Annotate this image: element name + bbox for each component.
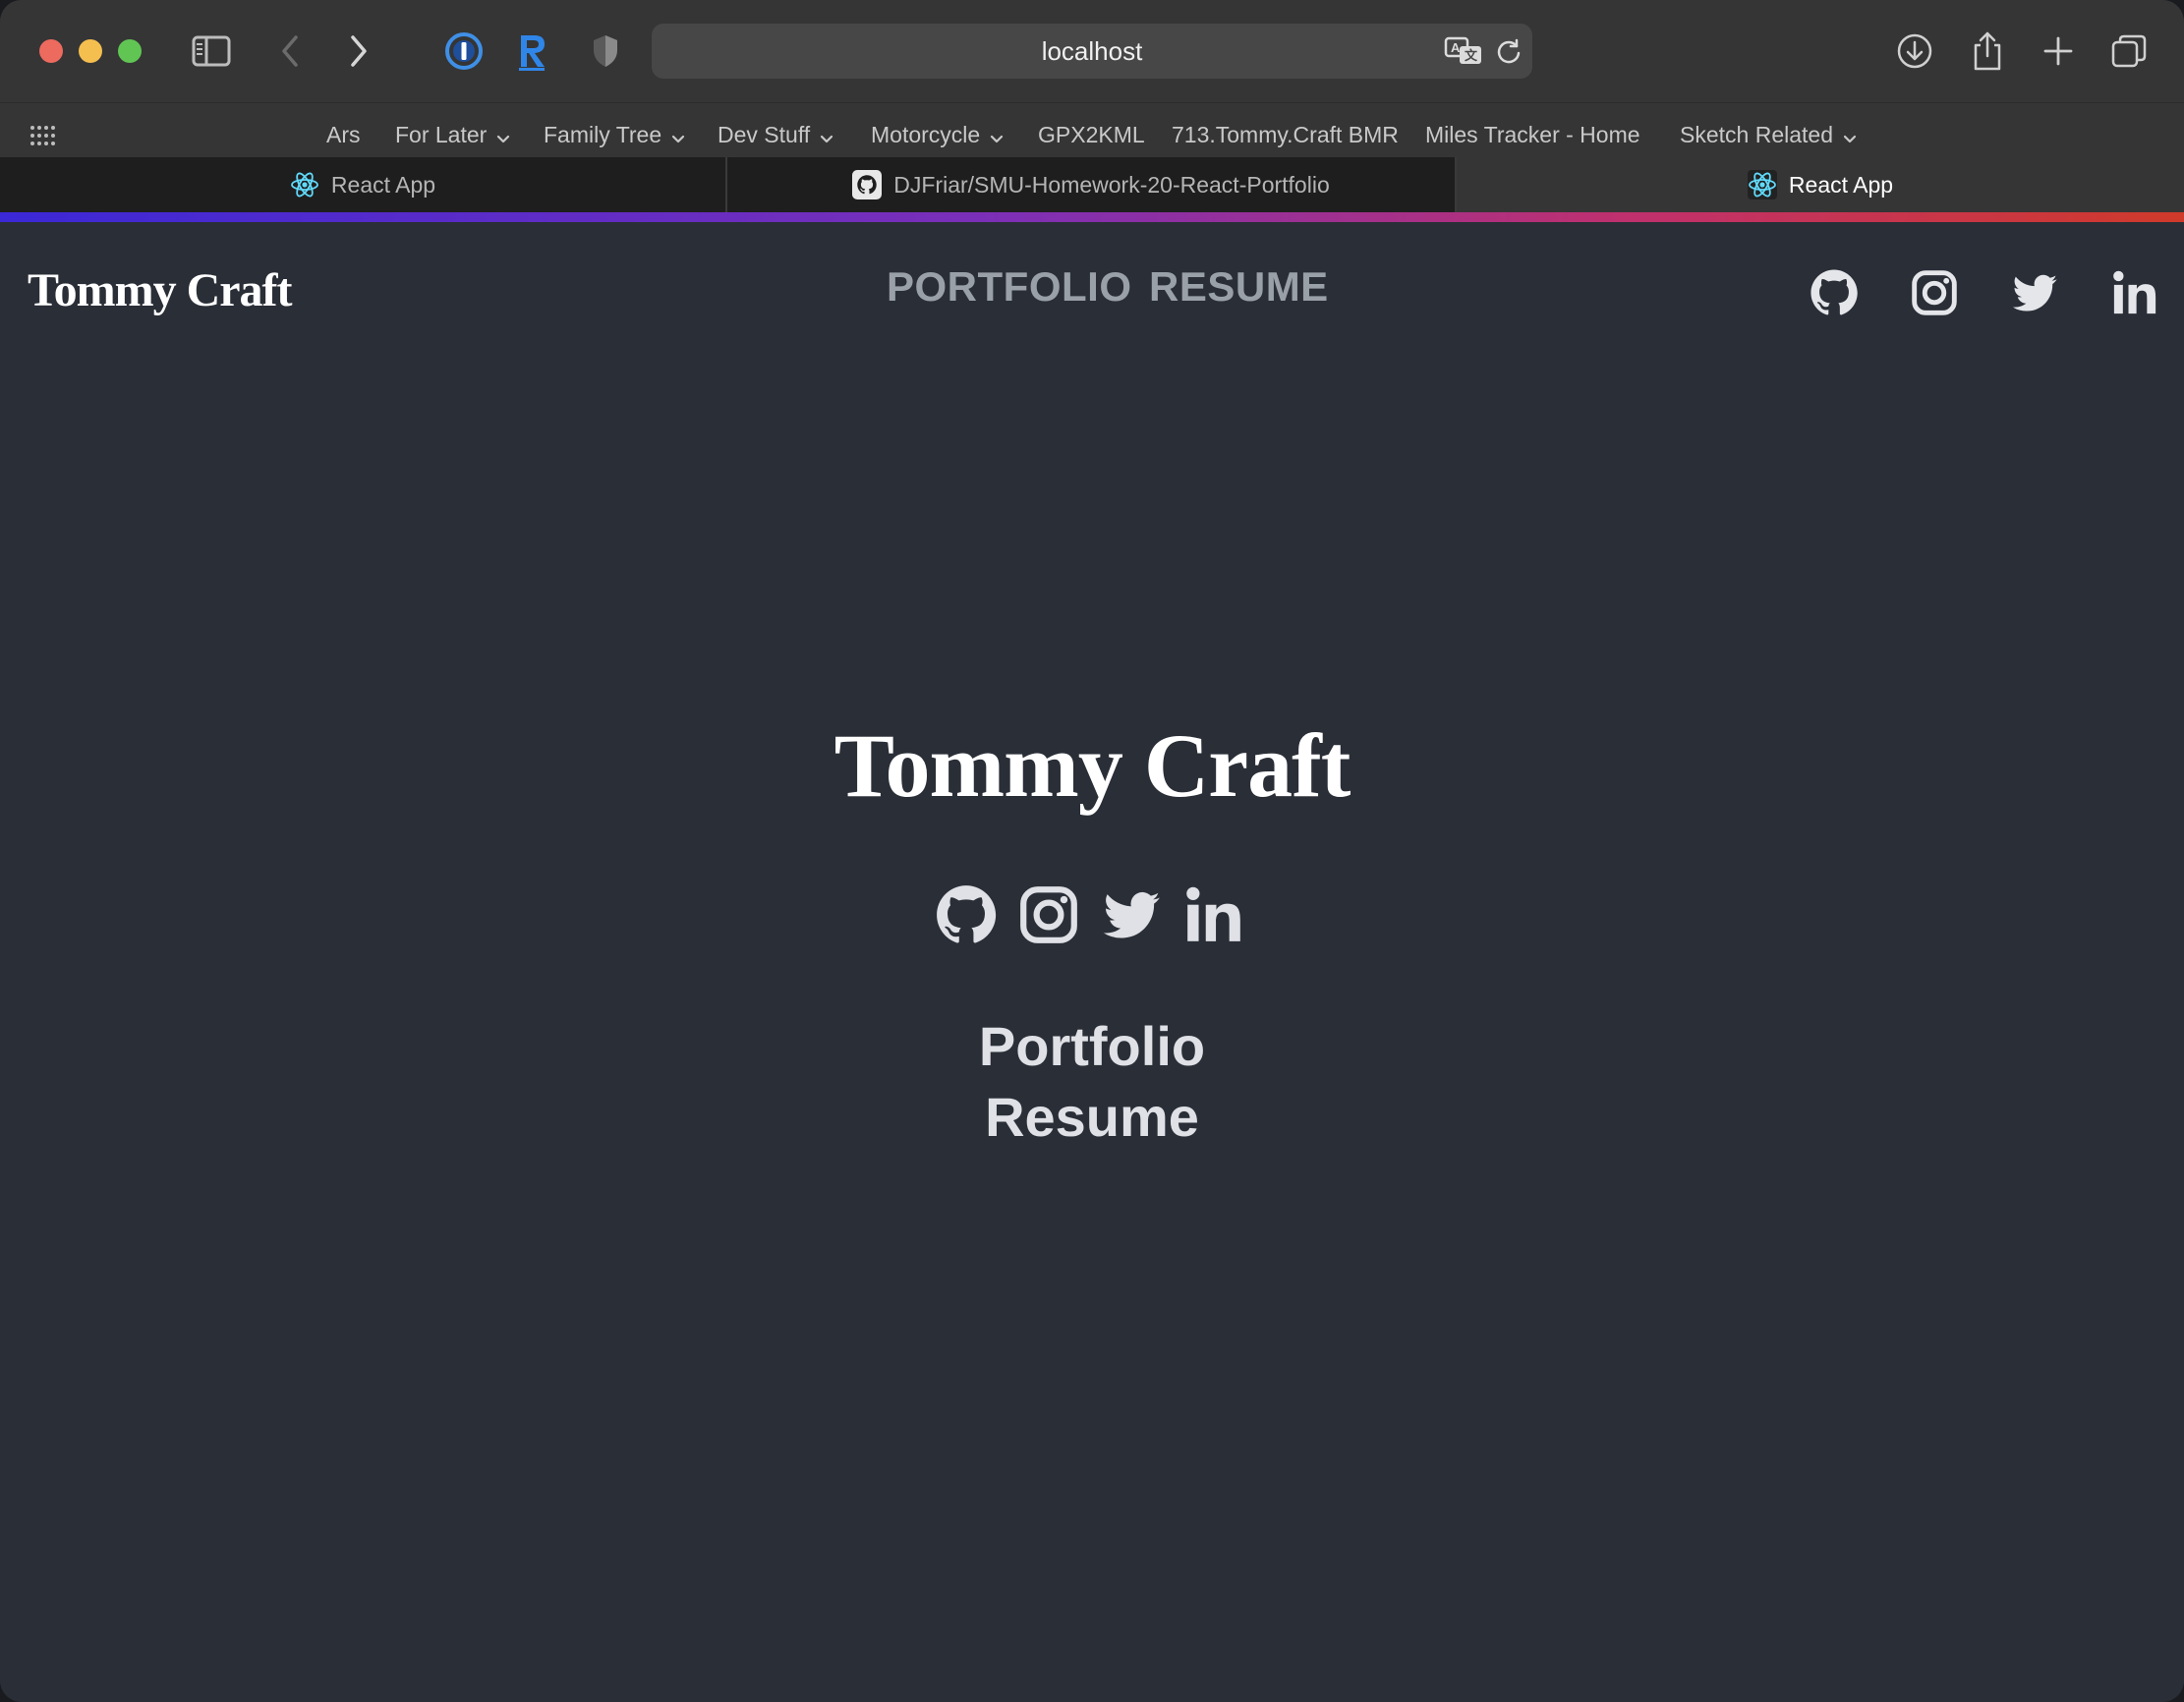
svg-text:A: A	[1451, 40, 1461, 55]
twitter-icon[interactable]	[2009, 267, 2060, 318]
bookmark-label: 713.Tommy.Craft BMR	[1172, 122, 1399, 147]
tab-overview-icon[interactable]	[2109, 28, 2149, 75]
tab-label: React App	[330, 171, 436, 198]
accent-gradient-bar	[0, 212, 2184, 222]
downloads-icon[interactable]	[1895, 28, 1934, 75]
react-icon	[1747, 170, 1777, 199]
close-window-button[interactable]	[39, 39, 63, 63]
linkedin-icon[interactable]	[2109, 267, 2160, 318]
github-icon	[852, 170, 883, 199]
hero-portfolio-link[interactable]: Portfolio	[0, 1014, 2184, 1078]
site-brand[interactable]: Tommy Craft	[28, 263, 293, 317]
instagram-icon[interactable]	[1016, 882, 1081, 947]
minimize-window-button[interactable]	[79, 39, 102, 63]
sidebar-toggle-icon[interactable]	[189, 28, 234, 75]
bookmark-label: Dev Stuff	[718, 122, 811, 147]
svg-text:文: 文	[1465, 48, 1478, 63]
address-bar[interactable]: localhost A文	[652, 24, 1532, 79]
tab-react-app-1[interactable]: React App	[0, 157, 725, 212]
bookmarks-bar: Ars For Later Family Tree Dev Stuff Moto…	[0, 102, 2184, 158]
browser-toolbar: localhost A文	[0, 0, 2184, 102]
linkedin-icon[interactable]	[1181, 882, 1246, 947]
hero-social-icons	[934, 882, 1250, 947]
reload-icon[interactable]	[1495, 38, 1523, 71]
github-icon[interactable]	[934, 882, 999, 947]
share-icon[interactable]	[1968, 28, 2007, 75]
url-text[interactable]: localhost	[652, 24, 1532, 79]
tab-bar: React App DJFriar/SMU-Homework-20-React-…	[0, 157, 2184, 212]
tab-label: DJFriar/SMU-Homework-20-React-Portfolio	[893, 171, 1330, 198]
apps-grid-icon[interactable]	[29, 125, 57, 151]
nav-resume-link[interactable]: RESUME	[1149, 263, 1329, 311]
instagram-icon[interactable]	[1909, 267, 1960, 318]
twitter-icon[interactable]	[1099, 882, 1164, 947]
translate-icon[interactable]: A文	[1444, 35, 1483, 72]
bookmark-label: Miles Tracker - Home	[1425, 122, 1640, 147]
bookmark-label: Motorcycle	[871, 122, 981, 147]
tab-label: React App	[1788, 171, 1894, 198]
bookmark-label: Ars	[326, 122, 361, 147]
r-extension-icon[interactable]	[512, 28, 551, 75]
bookmark-label: Family Tree	[544, 122, 662, 147]
tab-github-repo[interactable]: DJFriar/SMU-Homework-20-React-Portfolio	[727, 157, 1455, 212]
hero-title: Tommy Craft	[833, 715, 1351, 816]
password-manager-icon[interactable]	[441, 28, 487, 75]
web-page: Tommy Craft PORTFOLIO RESUME Tommy Craft	[0, 222, 2184, 1702]
bookmark-label: GPX2KML	[1038, 122, 1145, 147]
hero-resume-link[interactable]: Resume	[0, 1085, 2184, 1149]
forward-icon[interactable]	[344, 28, 374, 75]
bookmark-label: Sketch Related	[1680, 122, 1833, 147]
new-tab-icon[interactable]	[2039, 28, 2078, 75]
nav-portfolio-link[interactable]: PORTFOLIO	[887, 263, 1132, 311]
shield-icon[interactable]	[588, 28, 623, 75]
github-icon[interactable]	[1809, 267, 1860, 318]
back-icon[interactable]	[275, 28, 305, 75]
react-icon	[290, 170, 319, 199]
bookmark-label: For Later	[395, 122, 488, 147]
browser-window: localhost A文 Ars For Later Family Tree D…	[0, 0, 2184, 1702]
tab-react-app-active[interactable]: React App	[1457, 157, 2184, 212]
maximize-window-button[interactable]	[118, 39, 142, 63]
